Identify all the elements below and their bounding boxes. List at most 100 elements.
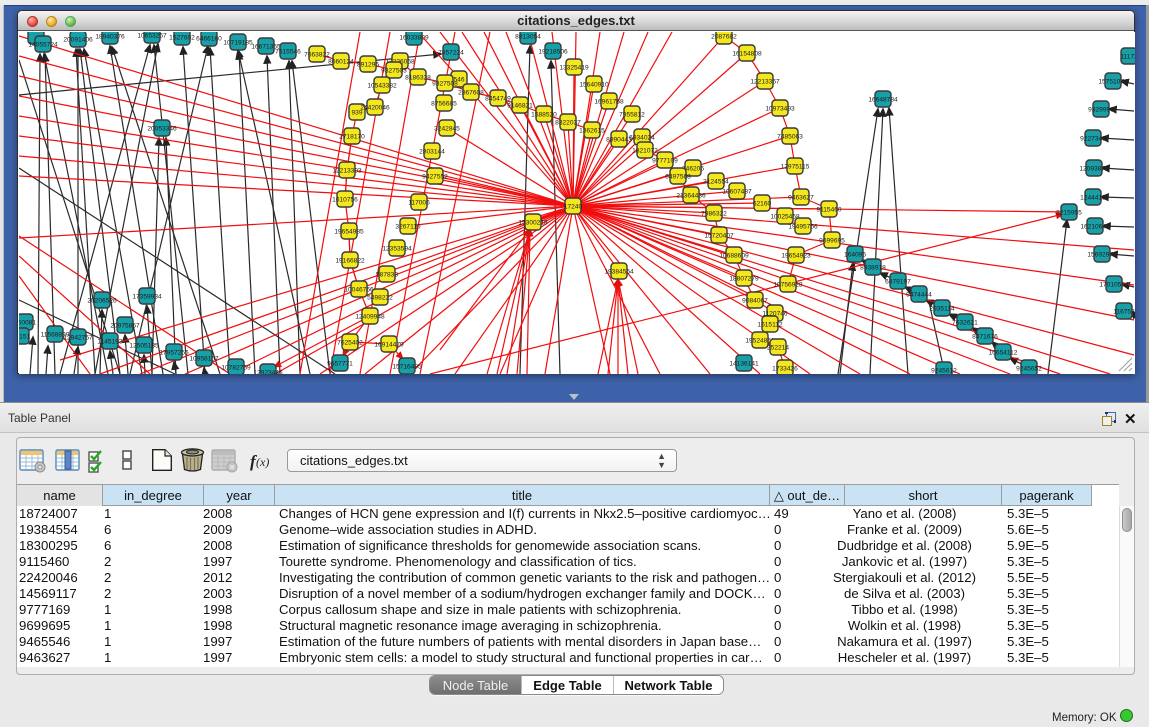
svg-text:17957255: 17957255 [159,350,189,357]
svg-text:7632621: 7632621 [952,320,978,327]
svg-text:19495756: 19495756 [788,224,818,231]
svg-text:12213303: 12213303 [332,168,362,175]
svg-text:2803144: 2803144 [419,149,445,156]
svg-text:13325419: 13325419 [559,65,589,72]
svg-text:20053346: 20053346 [147,126,177,133]
svg-text:8660124: 8660124 [328,59,354,66]
svg-text:1145193: 1145193 [97,339,123,346]
svg-text:20975857: 20975857 [110,323,140,330]
svg-text:7986322: 7986322 [701,211,727,218]
svg-text:10607487: 10607487 [722,189,752,196]
svg-text:9227343: 9227343 [1080,136,1106,143]
svg-text:17010504: 17010504 [1099,282,1129,289]
svg-text:850081: 850081 [19,320,36,327]
svg-text:12923446: 12923446 [253,370,283,375]
svg-text:19166822: 19166822 [335,258,365,265]
svg-text:20091406: 20091406 [63,37,93,44]
svg-text:19654923: 19654923 [781,253,811,260]
svg-text:18807279: 18807279 [729,276,759,283]
svg-text:9146821: 9146821 [507,103,533,110]
svg-text:3124554: 3124554 [703,179,729,186]
svg-text:9245652: 9245652 [1016,366,1042,373]
svg-text:2087682: 2087682 [711,34,737,41]
svg-text:1733426: 1733426 [772,366,798,373]
svg-text:7663822: 7663822 [304,52,330,59]
svg-text:9327503: 9327503 [381,68,407,75]
svg-text:18940376: 18940376 [95,34,125,41]
svg-text:15692971: 15692971 [1087,252,1117,259]
svg-text:9327508: 9327508 [432,81,458,88]
svg-text:3242845: 3242845 [434,126,460,133]
svg-text:8322037: 8322037 [555,120,581,127]
svg-text:(x): (x) [256,455,269,469]
svg-text:1610756: 1610756 [332,197,358,204]
svg-text:9329996: 9329996 [1088,107,1114,114]
svg-text:8186328: 8186328 [405,75,431,82]
svg-text:891295: 891295 [357,62,379,69]
svg-text:7857224: 7857224 [438,50,464,57]
svg-text:6879197: 6879197 [885,279,911,286]
svg-text:15716485: 15716485 [392,364,422,371]
svg-text:15300218: 15300218 [518,220,548,227]
svg-text:164095: 164095 [844,252,866,259]
svg-text:20206526: 20206526 [87,298,117,305]
svg-text:9657771: 9657771 [327,361,353,368]
svg-text:11172: 11172 [1120,54,1135,61]
svg-text:16210643: 16210643 [1080,224,1110,231]
svg-text:1588520: 1588520 [531,112,557,119]
svg-text:7625402: 7625402 [337,340,363,347]
svg-text:6497568: 6497568 [665,174,691,181]
svg-text:17359934: 17359934 [132,294,162,301]
svg-text:39151: 39151 [19,334,30,341]
svg-text:16961758: 16961758 [594,99,624,106]
svg-text:10973493: 10973493 [765,106,795,113]
svg-text:15751074: 15751074 [1098,79,1128,86]
svg-text:6934024: 6934024 [629,135,655,142]
svg-text:587833: 587833 [376,272,398,279]
svg-text:12353594: 12353594 [382,246,412,253]
svg-text:2867608: 2867608 [458,90,484,97]
svg-text:1527602: 1527602 [169,35,195,42]
svg-text:12942757: 12942757 [63,335,93,342]
svg-text:117006: 117006 [408,200,430,207]
svg-text:19218506: 19218506 [538,49,568,56]
svg-text:19384554: 19384554 [604,269,634,276]
svg-text:1362615: 1362615 [579,128,605,135]
svg-text:10756928: 10756928 [773,282,803,289]
svg-text:14136141: 14136141 [729,361,759,368]
svg-text:12213367: 12213367 [750,79,780,86]
svg-text:6466160: 6466160 [196,36,222,43]
svg-text:10719185: 10719185 [223,40,253,47]
svg-text:9084067: 9084067 [742,298,768,305]
svg-text:12975115: 12975115 [781,164,810,171]
svg-text:16033809: 16033809 [399,35,429,42]
svg-text:15720407: 15720407 [704,233,734,240]
svg-text:5498222: 5498222 [367,295,393,302]
svg-text:12093873: 12093873 [1079,166,1109,173]
svg-text:17240: 17240 [564,204,583,211]
svg-text:2718170: 2718170 [339,134,365,141]
svg-text:9699695: 9699695 [819,238,845,245]
svg-text:3267110: 3267110 [395,224,421,231]
svg-text:12409948: 12409948 [355,314,385,321]
svg-text:10653267: 10653267 [137,33,167,40]
svg-text:15640910: 15640910 [579,82,609,89]
svg-text:10688609: 10688609 [719,253,749,260]
svg-text:1244415: 1244415 [1080,195,1106,202]
svg-text:10654112: 10654112 [989,350,1018,357]
svg-text:9115460: 9115460 [816,207,842,214]
svg-text:8471676: 8471676 [972,334,998,341]
svg-text:3215955: 3215955 [1056,210,1082,217]
svg-text:9777109: 9777109 [652,158,678,165]
svg-text:16154808: 16154808 [732,51,762,58]
svg-text:9474444: 9474444 [906,292,932,299]
svg-text:10958157: 10958157 [189,356,219,363]
svg-text:12505185: 12505185 [129,343,159,350]
svg-text:9463627: 9463627 [788,195,814,202]
svg-text:62160: 62160 [753,201,772,208]
svg-text:1821072: 1821072 [632,148,658,155]
svg-text:9427552: 9427552 [422,174,448,181]
svg-text:9245612: 9245612 [931,368,957,375]
svg-text:14055724: 14055724 [28,42,58,49]
svg-text:19654985: 19654985 [334,229,364,236]
